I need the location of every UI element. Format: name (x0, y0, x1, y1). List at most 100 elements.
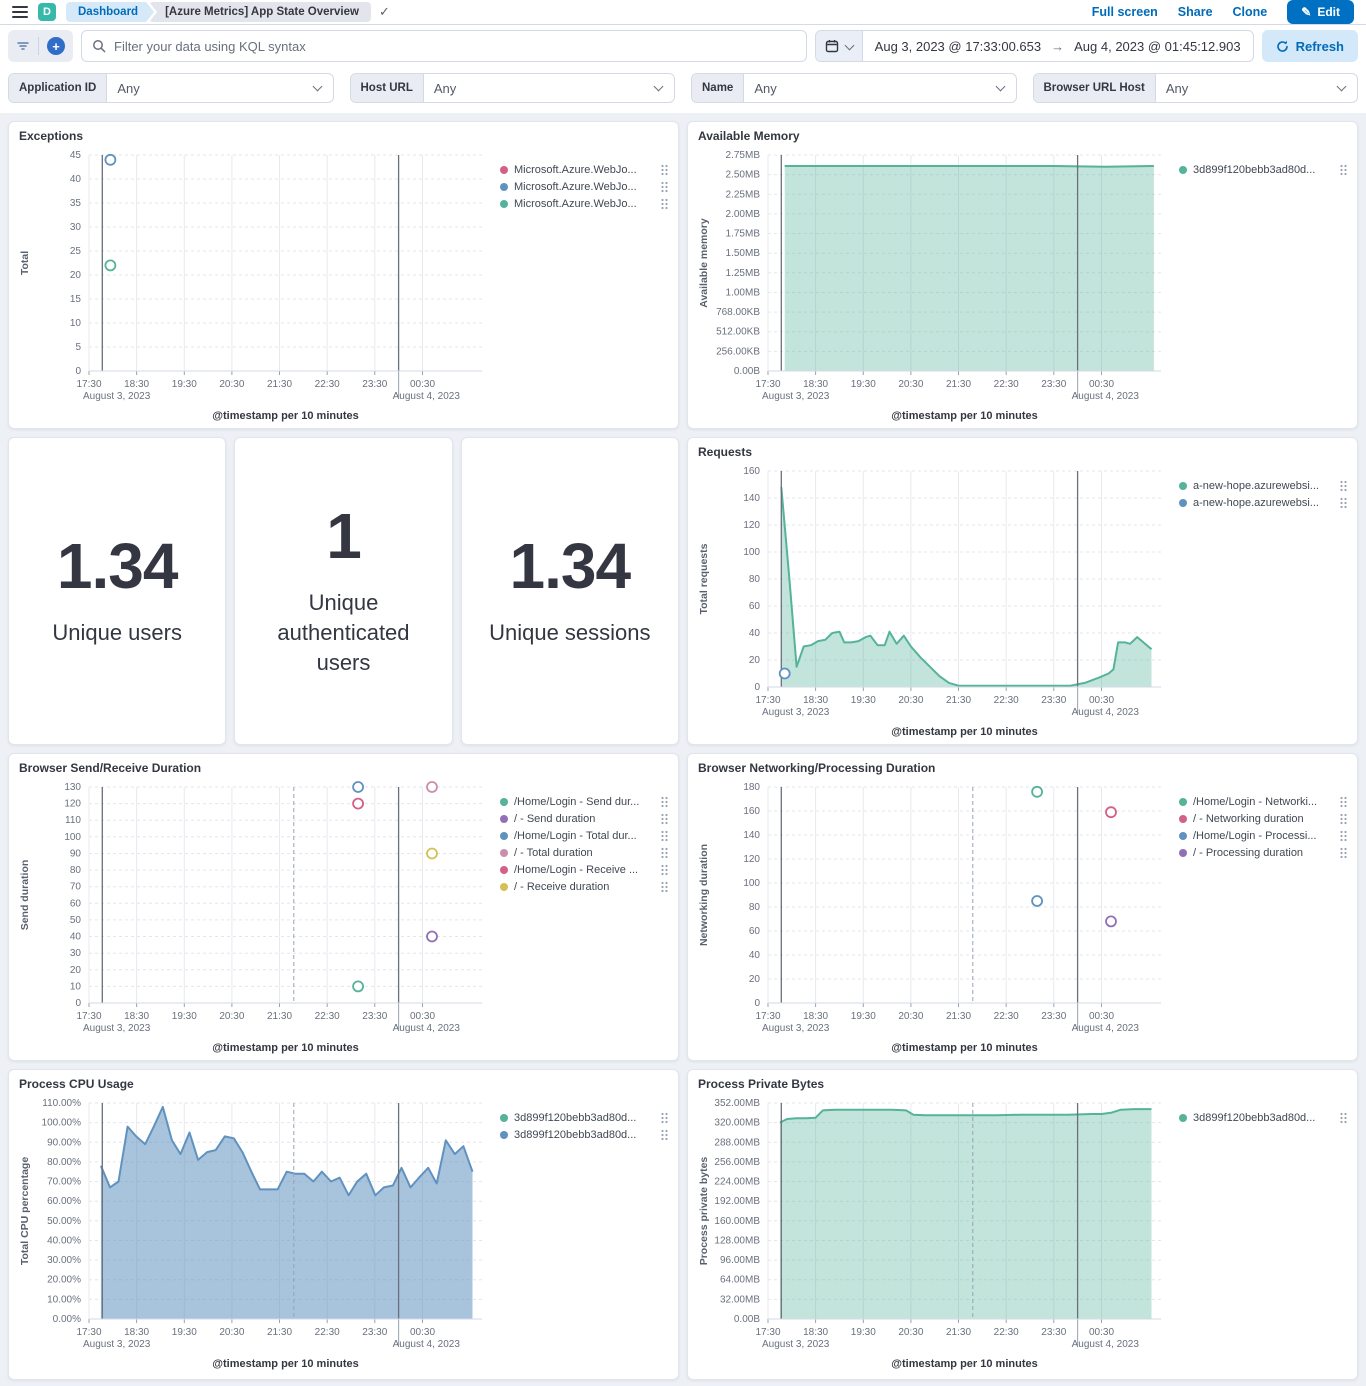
refresh-button[interactable]: Refresh (1262, 30, 1358, 62)
metric-panels: 1.34 Unique users 1 Unique authenticated… (8, 437, 679, 745)
svg-text:August 3, 2023: August 3, 2023 (83, 391, 151, 402)
breadcrumb-dashboard[interactable]: Dashboard (66, 2, 154, 22)
filter-button-group: + (8, 30, 73, 62)
legend-actions-icon[interactable] (661, 864, 668, 876)
space-avatar[interactable]: D (38, 3, 56, 21)
chart-svg[interactable]: 352.00MB320.00MB288.00MB256.00MB224.00MB… (698, 1093, 1175, 1373)
legend-item[interactable]: 3d899f120bebb3ad80d... (1179, 1109, 1347, 1126)
legend-item[interactable]: / - Receive duration (500, 878, 668, 895)
svg-text:18:30: 18:30 (803, 1011, 828, 1022)
legend-actions-icon[interactable] (1340, 847, 1347, 859)
chart-svg[interactable]: 2.75MB2.50MB2.25MB2.00MB1.75MB1.50MB1.25… (698, 145, 1175, 425)
legend-actions-icon[interactable] (661, 847, 668, 859)
svg-text:40.00%: 40.00% (47, 1236, 81, 1247)
full-screen-link[interactable]: Full screen (1092, 5, 1158, 19)
series-color-dot (1179, 832, 1187, 840)
legend-item[interactable]: 3d899f120bebb3ad80d... (500, 1126, 668, 1143)
svg-text:35: 35 (70, 198, 82, 209)
share-link[interactable]: Share (1178, 5, 1213, 19)
panel-requests: Requests 16014012010080604020017:3018:30… (687, 437, 1358, 745)
legend-actions-icon[interactable] (1340, 796, 1347, 808)
edit-button[interactable]: ✎ Edit (1287, 0, 1354, 24)
chart-svg[interactable]: 130120110100908070605040302010017:3018:3… (19, 777, 496, 1057)
legend-actions-icon[interactable] (661, 181, 668, 193)
legend-actions-icon[interactable] (1340, 1112, 1347, 1124)
svg-text:80: 80 (749, 902, 761, 913)
svg-text:19:30: 19:30 (851, 379, 876, 390)
legend-item[interactable]: /Home/Login - Total dur... (500, 827, 668, 844)
legend-item[interactable]: 3d899f120bebb3ad80d... (500, 1109, 668, 1126)
legend-actions-icon[interactable] (661, 796, 668, 808)
panel-unique-sessions: 1.34 Unique sessions (461, 437, 679, 745)
legend-item[interactable]: 3d899f120bebb3ad80d... (1179, 161, 1347, 178)
pencil-icon: ✎ (1301, 5, 1311, 19)
legend-actions-icon[interactable] (1340, 497, 1347, 509)
menu-icon[interactable] (12, 6, 28, 18)
clone-link[interactable]: Clone (1233, 5, 1268, 19)
legend-actions-icon[interactable] (1340, 164, 1347, 176)
filter-host-url[interactable]: Host URL Any (350, 73, 676, 103)
kql-search-input[interactable] (114, 39, 796, 54)
legend-actions-icon[interactable] (1340, 813, 1347, 825)
legend-item[interactable]: /Home/Login - Send dur... (500, 793, 668, 810)
legend-actions-icon[interactable] (1340, 830, 1347, 842)
chart-svg[interactable]: 16014012010080604020017:3018:3019:3020:3… (698, 461, 1175, 741)
legend-item[interactable]: /Home/Login - Receive ... (500, 861, 668, 878)
svg-text:August 4, 2023: August 4, 2023 (1072, 1023, 1140, 1034)
date-to[interactable]: Aug 4, 2023 @ 01:45:12.903 (1074, 39, 1240, 54)
add-filter-button[interactable]: + (45, 37, 67, 55)
legend-actions-icon[interactable] (661, 1129, 668, 1141)
legend-item[interactable]: a-new-hope.azurewebsi... (1179, 494, 1347, 511)
svg-text:140: 140 (743, 493, 760, 504)
series-color-dot (500, 832, 508, 840)
legend-item[interactable]: Microsoft.Azure.WebJo... (500, 178, 668, 195)
chart-svg[interactable]: 45403530252015105017:3018:3019:3020:3021… (19, 145, 496, 425)
breadcrumb-current[interactable]: [Azure Metrics] App State Overview (149, 2, 371, 22)
filter-funnel-icon[interactable] (14, 39, 32, 53)
legend-item[interactable]: /Home/Login - Processi... (1179, 827, 1347, 844)
metric-label: Unique users (52, 618, 182, 648)
legend-item[interactable]: Microsoft.Azure.WebJo... (500, 195, 668, 212)
legend-item[interactable]: / - Networking duration (1179, 810, 1347, 827)
chart-svg[interactable]: 110.00%100.00%90.00%80.00%70.00%60.00%50… (19, 1093, 496, 1373)
calendar-menu-button[interactable] (816, 31, 863, 61)
filter-name[interactable]: Name Any (691, 73, 1017, 103)
svg-text:60: 60 (749, 601, 761, 612)
svg-text:20: 20 (70, 965, 82, 976)
svg-text:00:30: 00:30 (410, 1011, 435, 1022)
svg-text:19:30: 19:30 (172, 1011, 197, 1022)
chart-svg[interactable]: 18016014012010080604020017:3018:3019:302… (698, 777, 1175, 1057)
svg-text:@timestamp per 10 minutes: @timestamp per 10 minutes (891, 726, 1037, 738)
top-header: D Dashboard [Azure Metrics] App State Ov… (0, 0, 1366, 25)
date-from[interactable]: Aug 3, 2023 @ 17:33:00.653 (875, 39, 1041, 54)
panel-title: Browser Networking/Processing Duration (698, 760, 1347, 777)
legend-item[interactable]: / - Total duration (500, 844, 668, 861)
legend-item[interactable]: / - Processing duration (1179, 844, 1347, 861)
filter-browser-url-host[interactable]: Browser URL Host Any (1033, 73, 1359, 103)
panel-process-private-bytes: Process Private Bytes 352.00MB320.00MB28… (687, 1069, 1358, 1380)
metric-label: Unique sessions (489, 618, 650, 648)
svg-text:23:30: 23:30 (362, 1011, 387, 1022)
chevron-down-icon (844, 40, 854, 50)
panel-unique-authenticated-users: 1 Unique authenticated users (234, 437, 452, 745)
svg-text:20:30: 20:30 (898, 1327, 923, 1338)
svg-text:August 4, 2023: August 4, 2023 (393, 391, 461, 402)
filter-application-id[interactable]: Application ID Any (8, 73, 334, 103)
legend-actions-icon[interactable] (661, 198, 668, 210)
svg-text:60: 60 (70, 898, 82, 909)
series-color-dot (1179, 1114, 1187, 1122)
legend-item[interactable]: a-new-hope.azurewebsi... (1179, 477, 1347, 494)
legend-item[interactable]: /Home/Login - Networki... (1179, 793, 1347, 810)
legend-actions-icon[interactable] (661, 813, 668, 825)
legend-item[interactable]: Microsoft.Azure.WebJo... (500, 161, 668, 178)
legend-actions-icon[interactable] (661, 830, 668, 842)
legend-actions-icon[interactable] (661, 881, 668, 893)
series-color-dot (1179, 815, 1187, 823)
legend-actions-icon[interactable] (661, 164, 668, 176)
svg-text:160: 160 (743, 806, 760, 817)
chevron-down-icon (654, 82, 664, 92)
legend-item[interactable]: / - Send duration (500, 810, 668, 827)
legend-actions-icon[interactable] (1340, 480, 1347, 492)
legend-actions-icon[interactable] (661, 1112, 668, 1124)
panel-title: Available Memory (698, 128, 1347, 145)
